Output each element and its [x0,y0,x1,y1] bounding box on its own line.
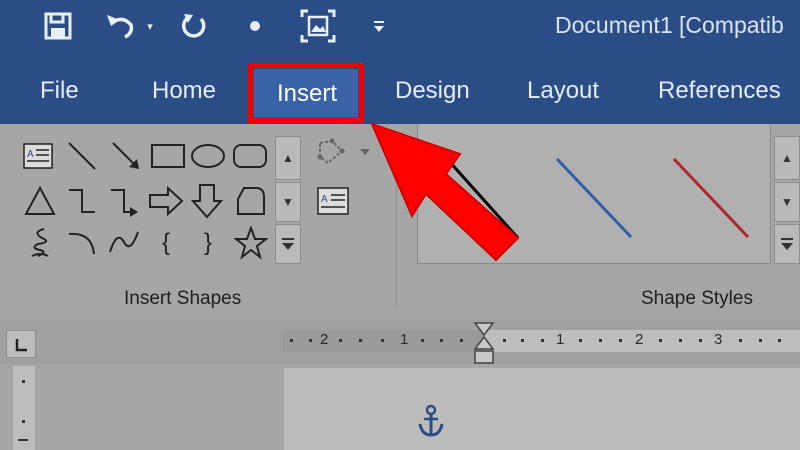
ruler-tick [759,339,762,342]
svg-text:}: } [204,229,212,256]
styles-scroll-up-button[interactable]: ▲ [774,136,800,180]
triangle-icon[interactable] [24,185,56,217]
rounded-rectangle-icon[interactable] [232,140,268,172]
shapes-scroll-up-button[interactable]: ▲ [275,136,301,180]
elbow-arrow-connector-icon[interactable] [108,185,140,217]
customize-icon[interactable] [368,8,390,44]
ruler-tick [18,439,28,441]
ruler-label: 1 [556,331,565,348]
draw-text-box-icon[interactable]: A [316,186,350,216]
oval-icon[interactable] [190,140,226,172]
shape-styles-group-label: Shape Styles [641,288,753,309]
ruler-tick [22,420,25,423]
ruler-label: 3 [714,331,723,348]
bullet-icon[interactable] [244,8,266,44]
tab-layout[interactable]: Layout [527,77,599,105]
ruler-tick [659,339,662,342]
indent-marker[interactable] [473,321,495,365]
ruler-tick [778,339,781,342]
arrow-line-icon[interactable] [110,140,142,172]
document-page[interactable] [284,368,800,450]
ruler-tick [521,339,524,342]
ribbon-tabs: File Home Design Layout References [0,62,800,124]
undo-dropdown-icon[interactable]: ▾ [142,8,158,44]
ruler-tick [619,339,622,342]
ruler-tick [339,339,342,342]
ruler-tick [359,339,362,342]
ruler-tick [579,339,582,342]
tab-insert-label: Insert [277,80,338,107]
rectangle-icon[interactable] [150,140,186,172]
ruler-tick [503,339,506,342]
elbow-connector-icon[interactable] [66,185,98,217]
ruler-tick [739,339,742,342]
ruler-tick [421,339,424,342]
ruler-label: 2 [320,331,329,348]
tab-file[interactable]: File [40,77,79,105]
flowchart-icon[interactable] [234,185,266,217]
anchor-icon [418,404,444,437]
tab-design[interactable]: Design [395,77,470,105]
undo-icon[interactable] [100,8,140,44]
left-brace-icon[interactable]: { [154,226,186,258]
shapes-more-button[interactable] [275,224,301,264]
ruler-tick [309,339,312,342]
wave-icon[interactable] [108,226,144,258]
shapes-scroll-down-button[interactable]: ▼ [275,182,301,222]
style-swatch-blue[interactable] [553,155,643,245]
save-icon[interactable] [40,8,76,44]
scribble-icon[interactable] [26,226,58,258]
style-swatch-red[interactable] [670,155,760,245]
tab-home[interactable]: Home [152,77,216,105]
ruler-tick [290,339,293,342]
ruler-tick [460,339,463,342]
insert-shapes-group-label: Insert Shapes [124,288,242,309]
svg-text:{: { [162,229,170,256]
styles-scroll-down-button[interactable]: ▼ [774,182,800,222]
screenshot-icon[interactable] [298,8,338,44]
right-brace-icon[interactable]: } [196,226,228,258]
ruler-tick [22,380,25,383]
down-arrow-icon[interactable] [190,183,224,219]
text-box-icon[interactable]: A [22,140,54,172]
ruler-tick [440,339,443,342]
redo-icon[interactable] [176,8,212,44]
svg-text:A: A [321,194,328,205]
document-title: Document1 [Compatib [555,12,784,38]
arc-icon[interactable] [66,226,98,258]
svg-text:A: A [27,149,34,160]
line-icon[interactable] [66,140,98,172]
vertical-ruler[interactable] [13,366,35,450]
title-bar: ▾ Document1 [Compatib [0,0,800,62]
right-arrow-icon[interactable] [148,185,184,217]
tab-references[interactable]: References [658,77,781,105]
ruler-tick [679,339,682,342]
star-icon[interactable] [234,226,268,260]
tab-selector-button[interactable] [6,330,36,358]
ruler-label: 1 [400,331,409,348]
red-pointer-arrow-icon [370,122,520,262]
ruler-tick [381,339,384,342]
ruler-tick [599,339,602,342]
styles-more-button[interactable] [774,224,800,264]
ruler-tick [699,339,702,342]
ruler-label: 2 [635,331,644,348]
ruler-tick [541,339,544,342]
